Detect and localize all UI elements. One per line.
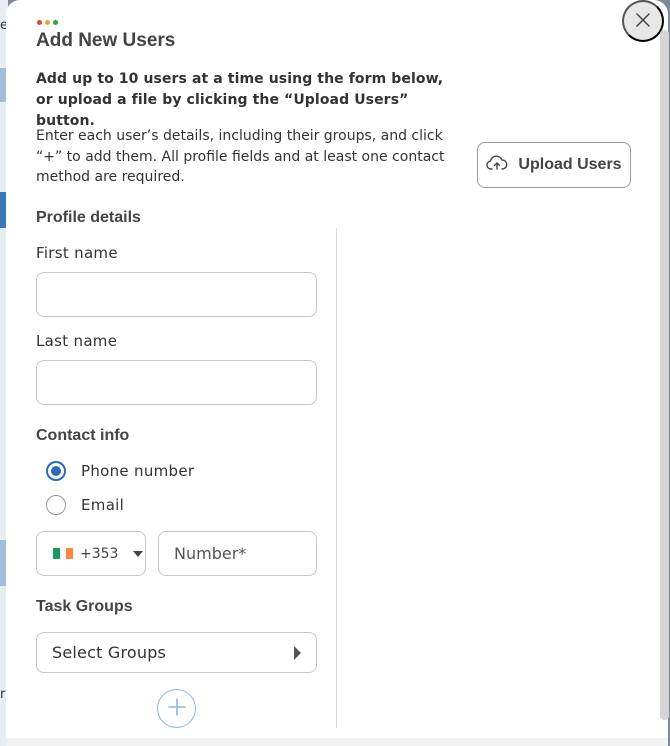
close-button[interactable] [622,0,664,42]
email-radio-option[interactable]: Email [46,495,124,515]
window-dot-red[interactable] [37,20,42,25]
window-dot-yellow[interactable] [45,20,50,25]
background-text-fragment: r [0,687,6,702]
phone-number-radio-option[interactable]: Phone number [46,461,194,481]
cloud-upload-icon [486,154,508,176]
phone-number-radio-label: Phone number [81,462,195,480]
select-groups-dropdown[interactable]: Select Groups [36,632,317,673]
first-name-label: First name [36,244,118,262]
chevron-right-icon [294,645,301,660]
phone-number-input[interactable] [158,531,317,576]
last-name-label: Last name [36,332,118,350]
window-dot-green[interactable] [53,20,58,25]
dial-code: +353 [80,545,119,562]
window-controls [37,20,58,25]
add-users-modal: Add New Users Add up to 10 users at a ti… [6,0,668,746]
profile-details-heading: Profile details [36,209,141,226]
upload-users-label: Upload Users [518,156,622,173]
intro-description: Enter each user’s details, including the… [36,128,445,185]
last-name-input[interactable] [36,360,317,405]
upload-users-button[interactable]: Upload Users [477,142,631,188]
modal-scrollbar[interactable] [660,30,669,720]
chevron-down-icon [133,550,144,557]
modal-title: Add New Users [36,30,176,51]
add-user-button[interactable] [157,689,196,728]
ireland-flag-icon [53,548,74,559]
phone-number-radio[interactable] [46,461,66,481]
email-radio-label: Email [81,496,125,514]
close-icon [635,12,651,31]
contact-info-heading: Contact info [36,427,130,444]
column-divider [336,228,337,728]
modal-footer-band [6,738,668,746]
select-groups-label: Select Groups [52,643,167,662]
country-code-select[interactable]: +353 [36,531,146,576]
first-name-input[interactable] [36,272,317,317]
intro-instructions: Add up to 10 users at a time using the f… [36,71,444,129]
email-radio[interactable] [46,495,66,515]
task-groups-heading: Task Groups [36,598,133,615]
plus-icon [167,697,187,720]
